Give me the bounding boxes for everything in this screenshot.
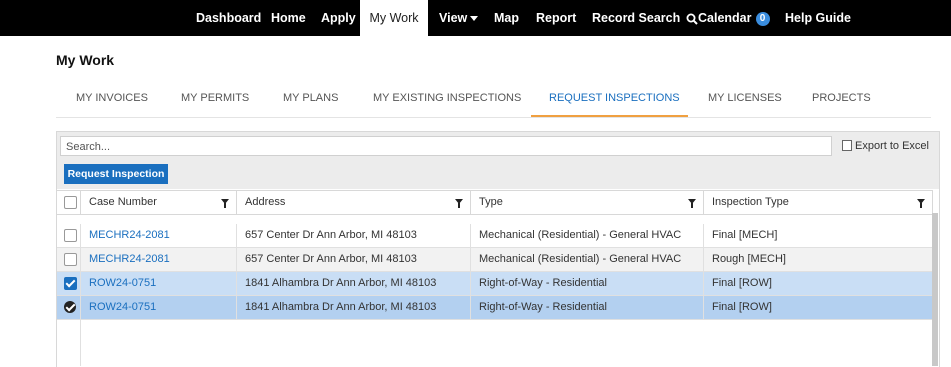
column-header-address[interactable]: Address — [237, 191, 471, 214]
row-select-cell — [57, 248, 81, 271]
row-checkbox-checked[interactable] — [64, 301, 76, 313]
inspection-type-cell: Final [ROW] — [704, 272, 933, 295]
column-header-type[interactable]: Type — [471, 191, 704, 214]
tab-my-licenses[interactable]: MY LICENSES — [708, 92, 782, 104]
table-row[interactable]: ROW24-0751 1841 Alhambra Dr Ann Arbor, M… — [57, 272, 933, 296]
address-cell: 657 Center Dr Ann Arbor, MI 48103 — [237, 224, 471, 247]
case-number-cell: ROW24-0751 — [81, 296, 237, 319]
column-divider — [80, 274, 81, 366]
address-cell: 1841 Alhambra Dr Ann Arbor, MI 48103 — [237, 272, 471, 295]
nav-map[interactable]: Map — [494, 0, 519, 36]
nav-calendar-label: Calendar — [698, 11, 752, 25]
case-number-link[interactable]: ROW24-0751 — [89, 277, 156, 289]
nav-my-work[interactable]: My Work — [360, 0, 428, 36]
case-number-link[interactable]: MECHR24-2081 — [89, 253, 170, 265]
row-select-cell — [57, 272, 81, 295]
table-row[interactable]: ROW24-0751 1841 Alhambra Dr Ann Arbor, M… — [57, 296, 933, 320]
type-cell: Mechanical (Residential) - General HVAC — [471, 248, 704, 271]
case-number-link[interactable]: ROW24-0751 — [89, 301, 156, 313]
nav-record-search[interactable]: Record Search — [592, 0, 698, 36]
filter-icon[interactable] — [688, 199, 696, 208]
row-select-cell — [57, 224, 81, 247]
nav-calendar[interactable]: Calendar 0 — [698, 0, 770, 36]
column-label: Type — [479, 196, 503, 208]
page-title: My Work — [56, 52, 115, 68]
select-all-cell — [57, 191, 81, 214]
chevron-down-icon — [470, 16, 479, 22]
nav-help-guide[interactable]: Help Guide — [785, 0, 851, 36]
active-tab-indicator — [531, 115, 688, 117]
column-label: Inspection Type — [712, 196, 789, 208]
nav-view-label: View — [439, 11, 468, 25]
export-label: Export to Excel — [855, 140, 929, 152]
column-label: Address — [245, 196, 286, 208]
grid-toolbar: Search... Export to Excel Request Inspec… — [57, 132, 939, 189]
request-inspection-button[interactable]: Request Inspection — [64, 164, 168, 184]
table-row[interactable]: MECHR24-2081 657 Center Dr Ann Arbor, MI… — [57, 248, 933, 272]
inspection-type-cell: Rough [MECH] — [704, 248, 933, 271]
table-row[interactable]: MECHR24-2081 657 Center Dr Ann Arbor, MI… — [57, 224, 933, 248]
column-label: Case Number — [89, 196, 157, 208]
row-checkbox-checked[interactable] — [64, 277, 77, 290]
table-header: Case Number Address Type Inspection Type — [57, 190, 933, 215]
case-number-cell: MECHR24-2081 — [81, 224, 237, 247]
tab-my-permits[interactable]: MY PERMITS — [181, 92, 249, 104]
tabs-divider — [56, 117, 931, 118]
nav-record-search-label: Record Search — [592, 11, 681, 25]
case-number-cell: ROW24-0751 — [81, 272, 237, 295]
inspection-type-cell: Final [ROW] — [704, 296, 933, 319]
nav-dashboard[interactable]: Dashboard — [196, 0, 261, 36]
filter-icon[interactable] — [917, 199, 925, 208]
nav-report[interactable]: Report — [536, 0, 576, 36]
select-all-checkbox[interactable] — [64, 196, 77, 209]
tab-my-existing-inspections[interactable]: MY EXISTING INSPECTIONS — [373, 92, 521, 104]
search-input[interactable]: Search... — [60, 136, 832, 156]
calendar-count-badge: 0 — [755, 11, 770, 26]
tab-projects[interactable]: PROJECTS — [812, 92, 871, 104]
search-icon — [686, 13, 698, 25]
address-cell: 1841 Alhambra Dr Ann Arbor, MI 48103 — [237, 296, 471, 319]
nav-view-dropdown[interactable]: View — [439, 0, 479, 36]
nav-apply[interactable]: Apply — [321, 0, 356, 36]
column-header-inspection-type[interactable]: Inspection Type — [704, 191, 933, 214]
column-header-case-number[interactable]: Case Number — [81, 191, 237, 214]
row-checkbox[interactable] — [64, 229, 77, 242]
type-cell: Mechanical (Residential) - General HVAC — [471, 224, 704, 247]
inspection-type-cell: Final [MECH] — [704, 224, 933, 247]
filter-icon[interactable] — [221, 199, 229, 208]
nav-home[interactable]: Home — [271, 0, 306, 36]
row-select-cell — [57, 296, 81, 319]
row-checkbox[interactable] — [64, 253, 77, 266]
excel-file-icon — [842, 139, 852, 151]
case-number-cell: MECHR24-2081 — [81, 248, 237, 271]
filter-icon[interactable] — [455, 199, 463, 208]
tab-request-inspections[interactable]: REQUEST INSPECTIONS — [549, 92, 680, 104]
case-number-link[interactable]: MECHR24-2081 — [89, 229, 170, 241]
export-to-excel-button[interactable]: Export to Excel — [842, 136, 936, 156]
type-cell: Right-of-Way - Residential — [471, 296, 704, 319]
vertical-scrollbar[interactable] — [932, 213, 938, 366]
address-cell: 657 Center Dr Ann Arbor, MI 48103 — [237, 248, 471, 271]
type-cell: Right-of-Way - Residential — [471, 272, 704, 295]
tab-my-invoices[interactable]: MY INVOICES — [76, 92, 148, 104]
top-navigation-bar: Dashboard Home Apply My Work View Map Re… — [0, 0, 951, 36]
tab-my-plans[interactable]: MY PLANS — [283, 92, 338, 104]
inspections-grid: Search... Export to Excel Request Inspec… — [56, 131, 940, 367]
